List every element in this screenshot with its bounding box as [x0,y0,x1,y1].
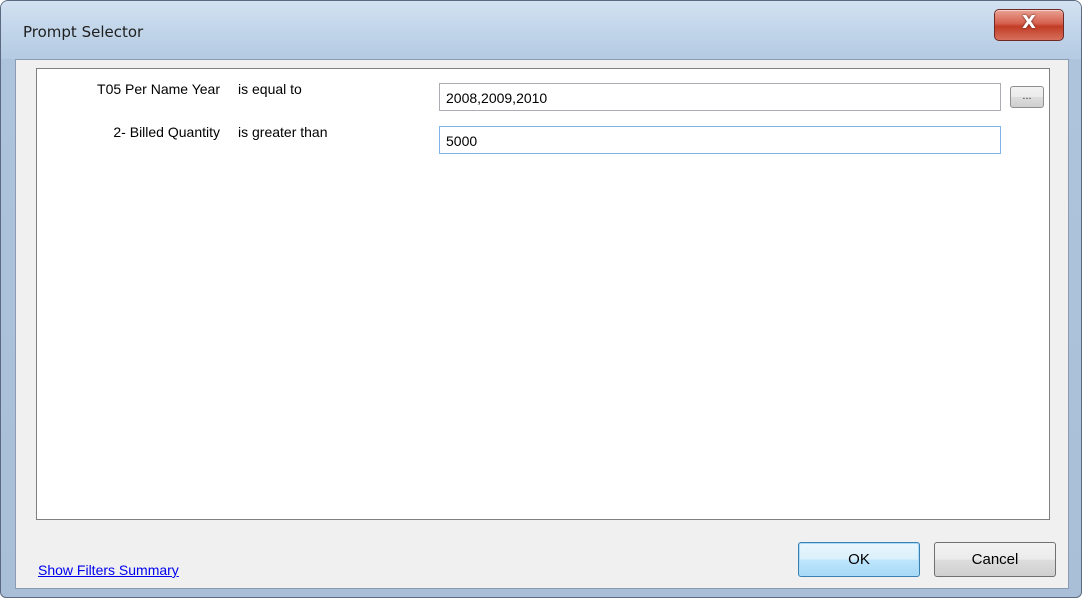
dialog-body: T05 Per Name Year is equal to 2008,2009,… [15,59,1069,589]
filters-panel: T05 Per Name Year is equal to 2008,2009,… [36,68,1050,520]
cancel-button[interactable]: Cancel [934,542,1056,577]
dialog-window: Prompt Selector X T05 Per Name Year is e… [0,0,1082,598]
filter-value-input[interactable]: 5000 [439,126,1001,154]
filter-field-label: 2- Billed Quantity [113,124,220,140]
show-filters-summary-link[interactable]: Show Filters Summary [38,562,179,578]
filter-operator-label: is equal to [238,81,302,97]
close-icon: X [1022,12,1036,33]
title-bar[interactable]: Prompt Selector X [1,1,1081,59]
ok-button[interactable]: OK [798,542,920,577]
window-title: Prompt Selector [23,23,144,41]
filter-operator-label: is greater than [238,124,328,140]
close-button[interactable]: X [994,9,1064,41]
browse-values-button[interactable]: ... [1010,86,1044,108]
filter-field-label: T05 Per Name Year [97,81,220,97]
filter-value-input[interactable]: 2008,2009,2010 [439,83,1001,111]
